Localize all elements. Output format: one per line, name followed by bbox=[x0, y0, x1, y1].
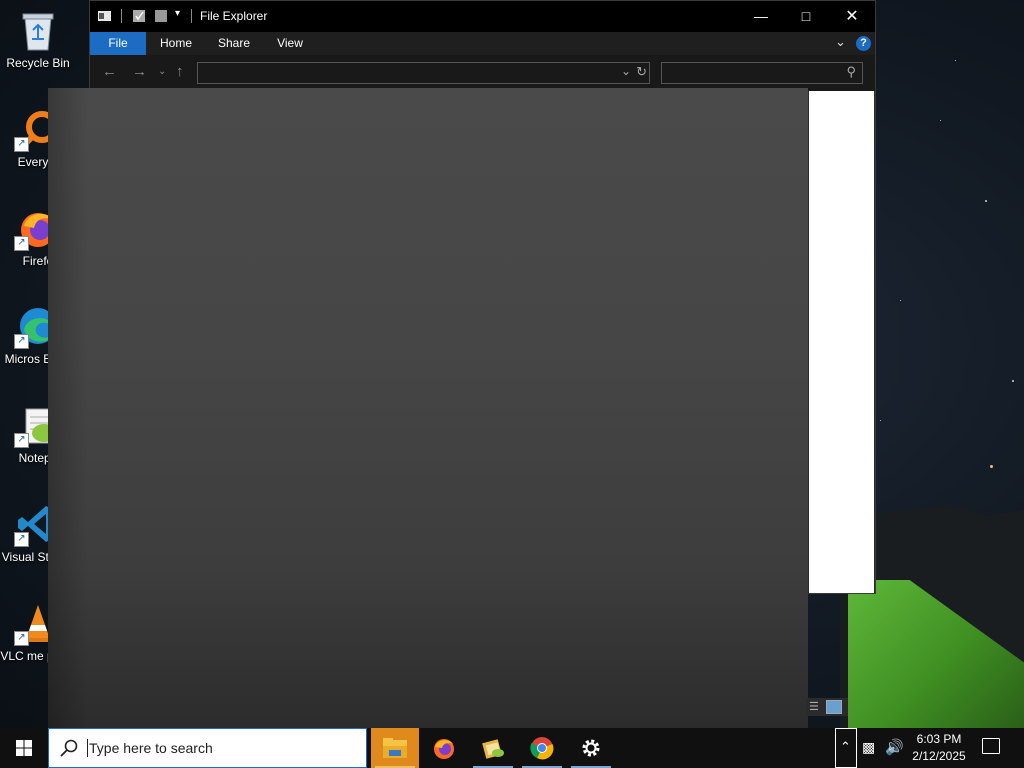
address-field[interactable]: ⌄ ↻ bbox=[197, 62, 650, 84]
shortcut-arrow-icon: ↗ bbox=[14, 532, 29, 547]
volume-icon[interactable]: 🔊 bbox=[885, 738, 904, 756]
toolbar-separator bbox=[121, 9, 122, 23]
close-icon: ✕ bbox=[845, 8, 859, 25]
taskbar-app-firefox[interactable] bbox=[420, 728, 468, 768]
taskbar-app-settings[interactable] bbox=[567, 728, 615, 768]
taskbar-search-box[interactable]: Type here to search bbox=[48, 728, 367, 768]
close-button[interactable]: ✕ bbox=[829, 1, 875, 32]
text-cursor bbox=[87, 739, 88, 757]
toolbar-separator bbox=[191, 9, 192, 23]
window-title: File Explorer bbox=[200, 9, 268, 23]
forward-arrow-icon[interactable]: → bbox=[132, 63, 147, 80]
recent-locations-chevron-icon[interactable]: ⌄ bbox=[158, 66, 166, 77]
tab-view[interactable]: View bbox=[267, 32, 313, 55]
tab-home[interactable]: Home bbox=[152, 32, 200, 55]
overlay-shadow bbox=[48, 88, 88, 728]
new-folder-icon[interactable] bbox=[155, 9, 168, 23]
help-icon[interactable]: ? bbox=[856, 36, 871, 51]
shortcut-arrow-icon: ↗ bbox=[14, 334, 29, 349]
tab-file[interactable]: File bbox=[90, 32, 146, 55]
settings-gear-icon bbox=[582, 739, 600, 757]
taskbar: Type here to search ⌃ ▩ 🔊 6:03 PM 2/12/2… bbox=[0, 728, 1024, 768]
star bbox=[1012, 380, 1014, 382]
maximize-button[interactable]: □ bbox=[783, 1, 829, 32]
star bbox=[940, 120, 941, 121]
explorer-app-icon bbox=[98, 11, 111, 21]
refresh-icon[interactable]: ↻ bbox=[636, 64, 647, 80]
clock-date: 2/12/2025 bbox=[912, 749, 966, 763]
properties-icon[interactable] bbox=[133, 9, 146, 23]
shortcut-arrow-icon: ↗ bbox=[14, 137, 29, 152]
windows-logo-icon bbox=[16, 740, 32, 756]
network-icon[interactable]: ▩ bbox=[862, 739, 875, 756]
expand-ribbon-chevron-icon[interactable]: ⌄ bbox=[835, 34, 846, 50]
minimize-icon: — bbox=[754, 8, 768, 24]
blurred-window-overlay bbox=[48, 88, 808, 728]
shortcut-arrow-icon: ↗ bbox=[14, 433, 29, 448]
firefox-icon bbox=[434, 739, 454, 759]
back-arrow-icon[interactable]: ← bbox=[102, 63, 117, 80]
maximize-icon: □ bbox=[801, 8, 811, 24]
star bbox=[880, 420, 881, 421]
recycle-bin-icon bbox=[22, 13, 54, 51]
details-view-icon[interactable]: ☰ bbox=[809, 700, 819, 713]
shortcut-arrow-icon: ↗ bbox=[14, 631, 29, 646]
file-list-pane[interactable] bbox=[809, 91, 874, 593]
ribbon-tabs: File Home Share View ⌄ ? bbox=[90, 32, 875, 55]
chevron-up-icon: ⌃ bbox=[840, 739, 851, 754]
desktop-icon-recycle-bin[interactable]: Recycle Bin bbox=[0, 2, 76, 92]
clock-time: 6:03 PM bbox=[916, 732, 962, 746]
title-bar[interactable]: ▾ File Explorer — □ ✕ bbox=[90, 1, 875, 32]
view-mode-buttons: ☰ bbox=[806, 698, 848, 716]
search-placeholder: Type here to search bbox=[89, 740, 213, 756]
large-icons-view-icon[interactable] bbox=[826, 700, 842, 714]
star bbox=[900, 300, 901, 301]
star bbox=[990, 465, 993, 468]
show-hidden-icons-button[interactable]: ⌃ bbox=[835, 728, 857, 768]
search-field[interactable]: ⚲ bbox=[661, 62, 863, 84]
up-arrow-icon[interactable]: ↑ bbox=[176, 63, 184, 80]
start-button[interactable] bbox=[0, 728, 48, 768]
desktop-icon-label: Recycle Bin bbox=[6, 56, 70, 70]
file-explorer-folder-icon bbox=[383, 738, 407, 758]
chrome-icon bbox=[530, 737, 554, 760]
address-dropdown-chevron-icon[interactable]: ⌄ bbox=[621, 64, 631, 78]
address-bar-row: ← → ⌄ ↑ ⌄ ↻ ⚲ bbox=[90, 55, 875, 91]
taskbar-app-file-explorer[interactable] bbox=[371, 728, 419, 768]
shortcut-arrow-icon: ↗ bbox=[14, 236, 29, 251]
notepad-plus-plus-icon bbox=[482, 739, 504, 759]
taskbar-app-notepad-plus-plus[interactable] bbox=[469, 728, 517, 768]
minimize-button[interactable]: — bbox=[738, 1, 784, 32]
star bbox=[985, 200, 987, 202]
notifications-icon[interactable] bbox=[982, 738, 1000, 754]
clock[interactable]: 6:03 PM 2/12/2025 bbox=[904, 731, 974, 765]
tab-share[interactable]: Share bbox=[210, 32, 258, 55]
taskbar-app-chrome[interactable] bbox=[518, 728, 566, 768]
search-icon bbox=[60, 739, 78, 757]
customize-quick-access-dropdown-icon[interactable]: ▾ bbox=[175, 8, 180, 19]
search-icon: ⚲ bbox=[846, 64, 856, 79]
star bbox=[955, 60, 956, 61]
